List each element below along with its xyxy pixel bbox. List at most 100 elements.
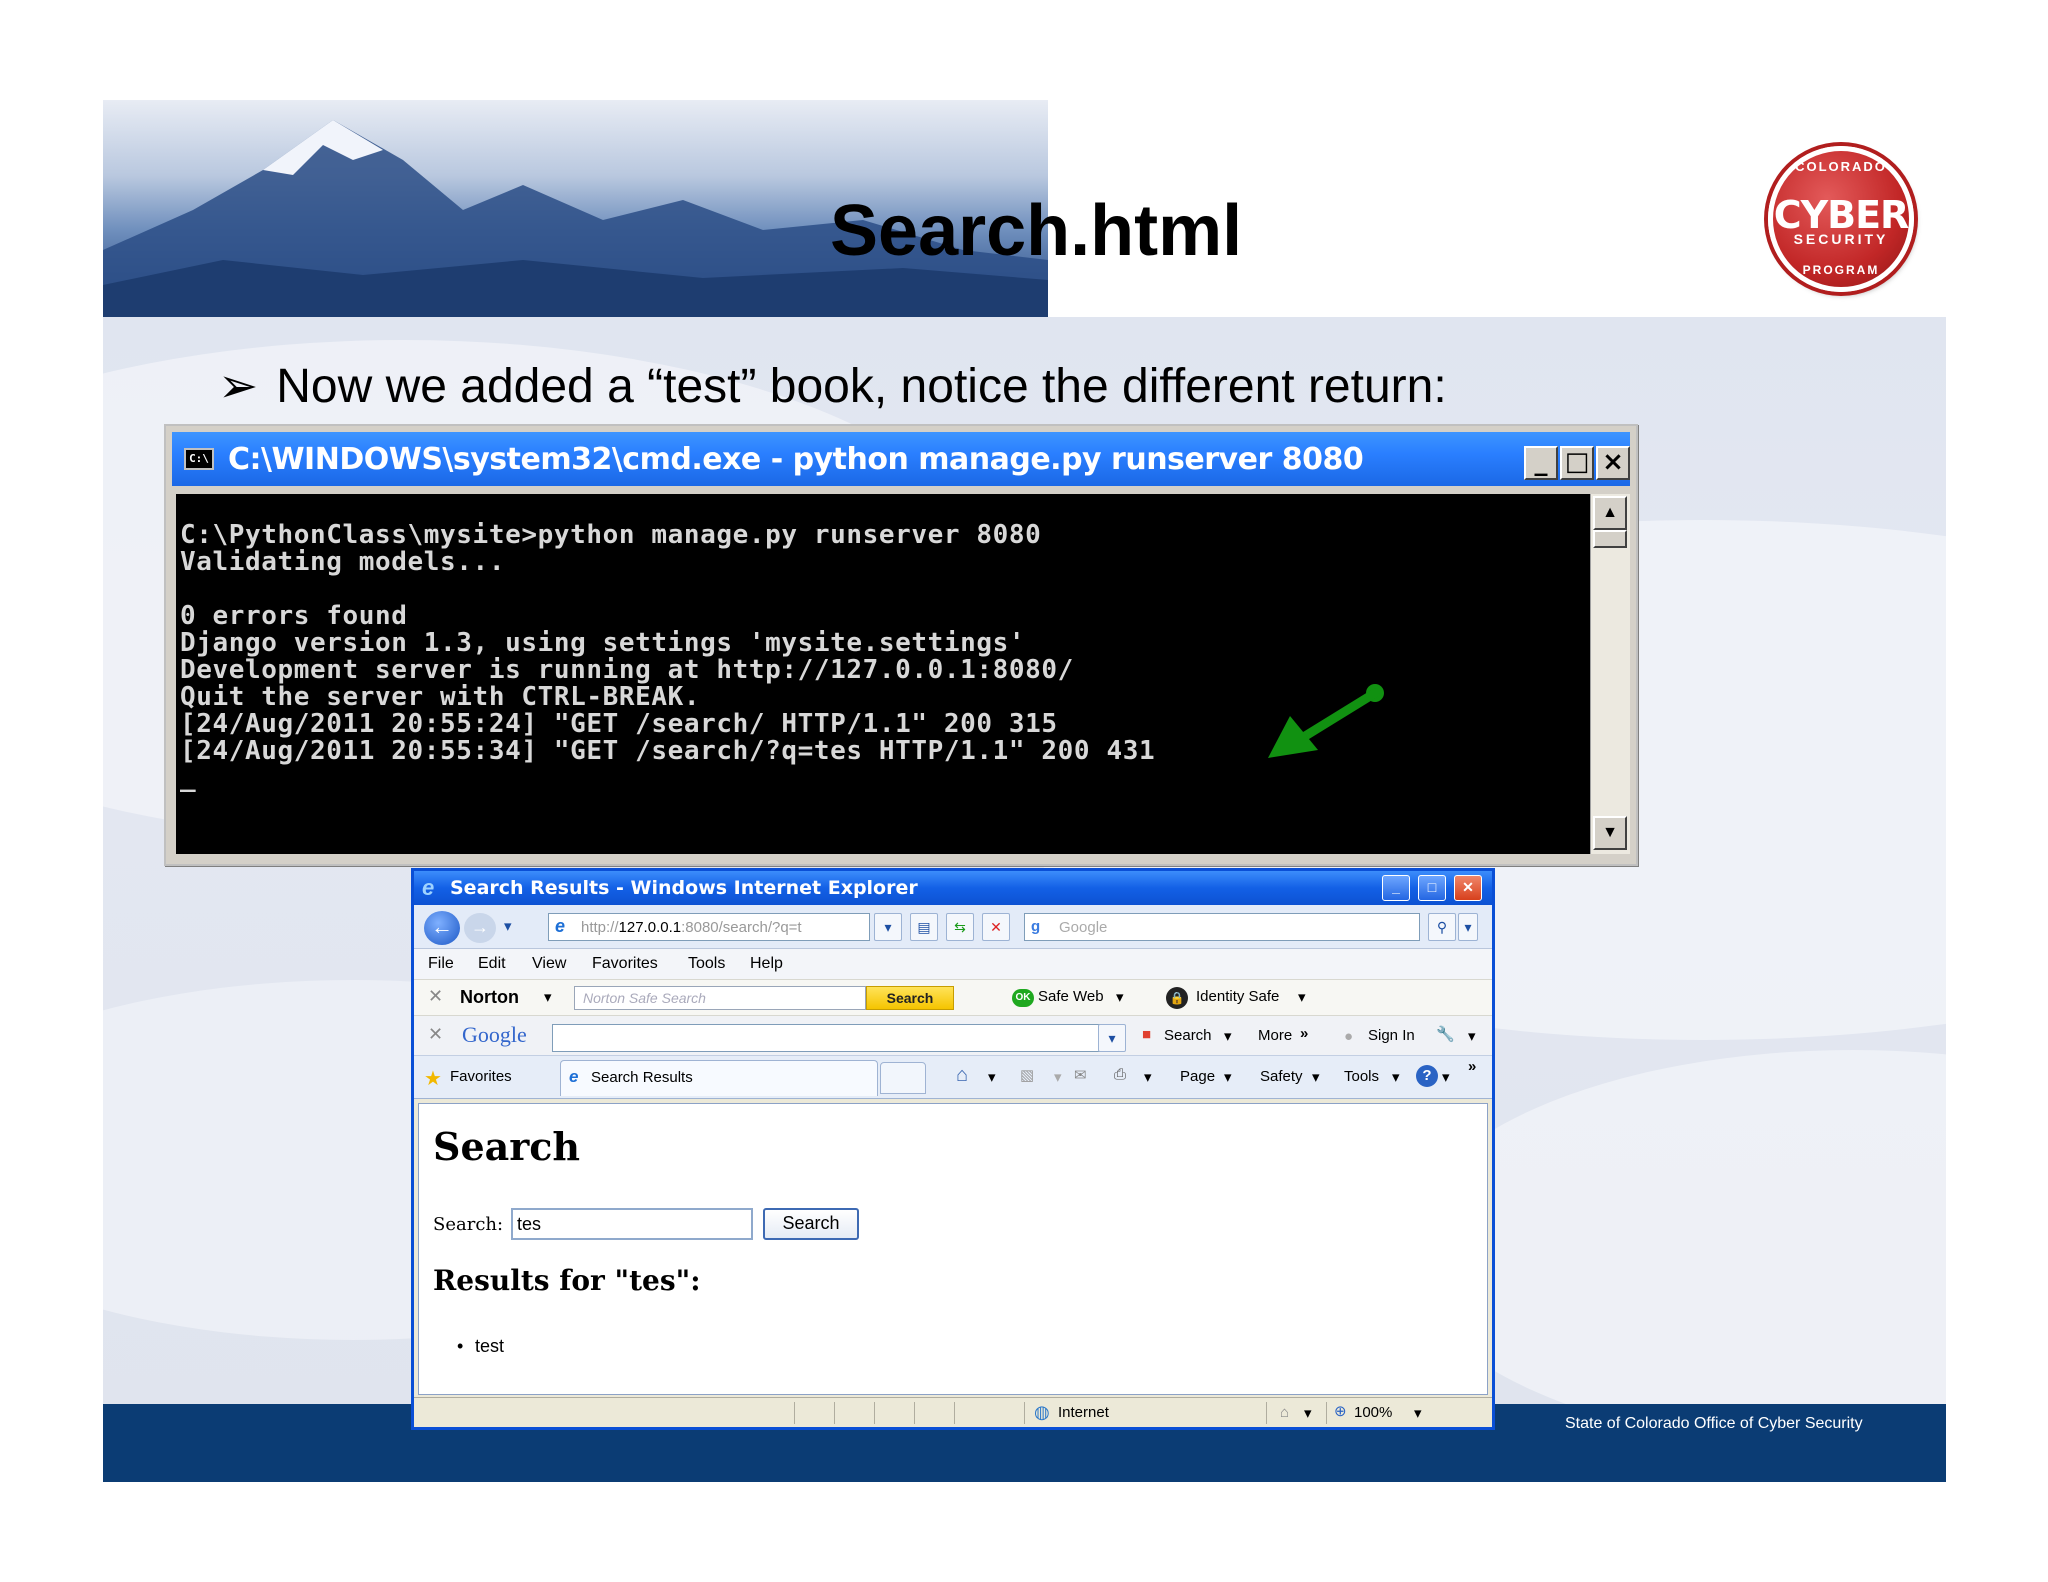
page-menu[interactable]: Page — [1180, 1068, 1215, 1085]
safety-menu[interactable]: Safety — [1260, 1068, 1303, 1085]
tab-search-results[interactable]: e Search Results — [560, 1060, 878, 1096]
search-button[interactable]: Search — [763, 1208, 859, 1240]
mail-icon[interactable]: ✉ — [1074, 1066, 1087, 1084]
page-content: Search Search: tes Search Results for "t… — [418, 1103, 1488, 1395]
scroll-down-icon[interactable]: ▼ — [1593, 816, 1627, 850]
favorites-button[interactable]: Favorites — [450, 1068, 512, 1085]
norton-placeholder: Norton Safe Search — [583, 990, 706, 1006]
search-icon[interactable]: ⚲ — [1428, 913, 1456, 941]
result-item[interactable]: test — [457, 1336, 504, 1357]
help-icon[interactable]: ? — [1416, 1065, 1438, 1087]
ie-close-button[interactable]: ✕ — [1454, 875, 1482, 901]
green-arrow-icon — [1268, 684, 1384, 758]
menu-bar: File Edit View Favorites Tools Help — [414, 949, 1492, 979]
toolbar-overflow-icon[interactable]: » — [1468, 1058, 1476, 1075]
identity-dropdown-icon[interactable]: ▾ — [1298, 988, 1306, 1006]
feeds-dropdown-icon[interactable]: ▾ — [1054, 1068, 1062, 1086]
norton-brand[interactable]: Norton — [460, 987, 519, 1008]
bullet-point: ➢ Now we added a “test” book, notice the … — [218, 358, 1447, 414]
console-line: [24/Aug/2011 20:55:34] "GET /search/?q=t… — [180, 736, 1156, 766]
address-dropdown-icon[interactable]: ▾ — [874, 913, 902, 941]
menu-view[interactable]: View — [532, 955, 566, 973]
url-rest: :8080/search/?q=t — [681, 919, 802, 936]
safe-web-dropdown-icon[interactable]: ▾ — [1116, 988, 1124, 1006]
wrench-icon[interactable]: 🔧 — [1436, 1025, 1455, 1043]
tools-dropdown-icon[interactable]: ▾ — [1392, 1068, 1400, 1086]
history-dropdown-icon[interactable]: ▾ — [504, 917, 512, 935]
cmd-window: C:\ C:\WINDOWS\system32\cmd.exe - python… — [164, 424, 1638, 866]
home-dropdown-icon[interactable]: ▾ — [988, 1068, 996, 1086]
norton-search-input[interactable]: Norton Safe Search — [574, 986, 866, 1010]
google-search-button[interactable]: Search — [1164, 1027, 1212, 1044]
cmd-titlebar[interactable]: C:\ C:\WINDOWS\system32\cmd.exe - python… — [172, 432, 1630, 486]
refresh-icon[interactable]: ⇆ — [946, 913, 974, 941]
zoom-level[interactable]: 100% — [1354, 1404, 1392, 1421]
safe-web-button[interactable]: Safe Web — [1038, 988, 1104, 1005]
star-icon: ★ — [424, 1068, 442, 1090]
cmd-scrollbar[interactable]: ▲ ▼ — [1590, 494, 1630, 854]
back-button[interactable]: ← — [424, 911, 460, 945]
print-dropdown-icon[interactable]: ▾ — [1144, 1068, 1152, 1086]
maximize-button[interactable]: □ — [1560, 446, 1594, 480]
scroll-thumb[interactable] — [1593, 530, 1627, 548]
minimize-button[interactable]: _ — [1524, 446, 1558, 480]
more-button[interactable]: More — [1258, 1027, 1292, 1044]
page-dropdown-icon[interactable]: ▾ — [1224, 1068, 1232, 1086]
page-heading: Search — [433, 1124, 581, 1169]
stop-icon[interactable]: ✕ — [982, 913, 1010, 941]
forward-button[interactable]: → — [464, 913, 496, 943]
ie-maximize-button[interactable]: □ — [1418, 875, 1446, 901]
google-toolbar: ✕ Google ▾ ■ Search ▾ More » ● Sign In 🔧… — [414, 1015, 1492, 1055]
protected-dropdown-icon[interactable]: ▾ — [1304, 1404, 1312, 1422]
norton-search-button[interactable]: Search — [866, 986, 954, 1010]
wrench-dropdown-icon[interactable]: ▾ — [1468, 1027, 1476, 1045]
ie-titlebar[interactable]: e Search Results - Windows Internet Expl… — [414, 871, 1492, 905]
menu-file[interactable]: File — [428, 955, 454, 973]
globe-icon: ◍ — [1034, 1402, 1050, 1422]
help-dropdown-icon[interactable]: ▾ — [1442, 1068, 1450, 1086]
close-button[interactable]: × — [1596, 446, 1630, 480]
cmd-console[interactable]: C:\PythonClass\mysite>python manage.py r… — [176, 494, 1590, 854]
search-input[interactable]: tes — [511, 1208, 753, 1240]
print-icon[interactable]: ⎙ — [1114, 1066, 1126, 1083]
close-toolbar-icon[interactable]: ✕ — [428, 986, 443, 1007]
identity-safe-button[interactable]: Identity Safe — [1196, 988, 1279, 1005]
menu-tools[interactable]: Tools — [688, 955, 725, 973]
ie-title: Search Results - Windows Internet Explor… — [450, 877, 918, 899]
compatibility-icon[interactable]: ▤ — [910, 913, 938, 941]
safety-dropdown-icon[interactable]: ▾ — [1312, 1068, 1320, 1086]
google-logo-icon: ■ — [1142, 1026, 1152, 1043]
norton-dropdown-icon[interactable]: ▾ — [544, 988, 552, 1006]
sign-in-button[interactable]: Sign In — [1368, 1027, 1415, 1044]
more-chevron-icon: » — [1300, 1025, 1309, 1042]
cmd-icon: C:\ — [184, 448, 214, 470]
url-prefix: http:// — [581, 919, 619, 936]
menu-edit[interactable]: Edit — [478, 955, 506, 973]
menu-favorites[interactable]: Favorites — [592, 955, 658, 973]
zoom-icon[interactable]: ⊕ — [1334, 1402, 1347, 1420]
ie-minimize-button[interactable]: _ — [1382, 875, 1410, 901]
tools-menu[interactable]: Tools — [1344, 1068, 1379, 1085]
scroll-up-icon[interactable]: ▲ — [1593, 496, 1627, 530]
google-search-input[interactable]: g Google — [1024, 913, 1420, 941]
zoom-dropdown-icon[interactable]: ▾ — [1414, 1404, 1422, 1422]
google-search-dropdown-icon[interactable]: ▾ — [1224, 1027, 1232, 1045]
slide-title: Search.html — [830, 191, 1243, 271]
address-input[interactable]: e http://127.0.0.1:8080/search/?q=t — [548, 913, 870, 941]
search-options-icon[interactable]: ▾ — [1458, 913, 1478, 941]
lock-icon: 🔒 — [1166, 987, 1188, 1009]
google-toolbar-input[interactable] — [552, 1024, 1124, 1052]
home-icon[interactable]: ⌂ — [956, 1064, 968, 1087]
feeds-icon[interactable]: ▧ — [1020, 1066, 1034, 1084]
status-bar: ◍ Internet ⌂ ▾ ⊕ 100% ▾ — [414, 1397, 1492, 1427]
address-bar: ← → ▾ e http://127.0.0.1:8080/search/?q=… — [414, 905, 1492, 949]
menu-help[interactable]: Help — [750, 955, 783, 973]
protected-mode-icon[interactable]: ⌂ — [1280, 1404, 1289, 1421]
norton-toolbar: ✕ Norton ▾ Norton Safe Search Search OK … — [414, 979, 1492, 1015]
google-dropdown-icon[interactable]: ▾ — [1098, 1024, 1126, 1052]
google-placeholder: Google — [1059, 919, 1108, 936]
close-google-toolbar-icon[interactable]: ✕ — [428, 1024, 443, 1045]
tab-label: Search Results — [591, 1069, 693, 1086]
page-icon: e — [555, 916, 566, 936]
new-tab-button[interactable] — [880, 1062, 926, 1094]
